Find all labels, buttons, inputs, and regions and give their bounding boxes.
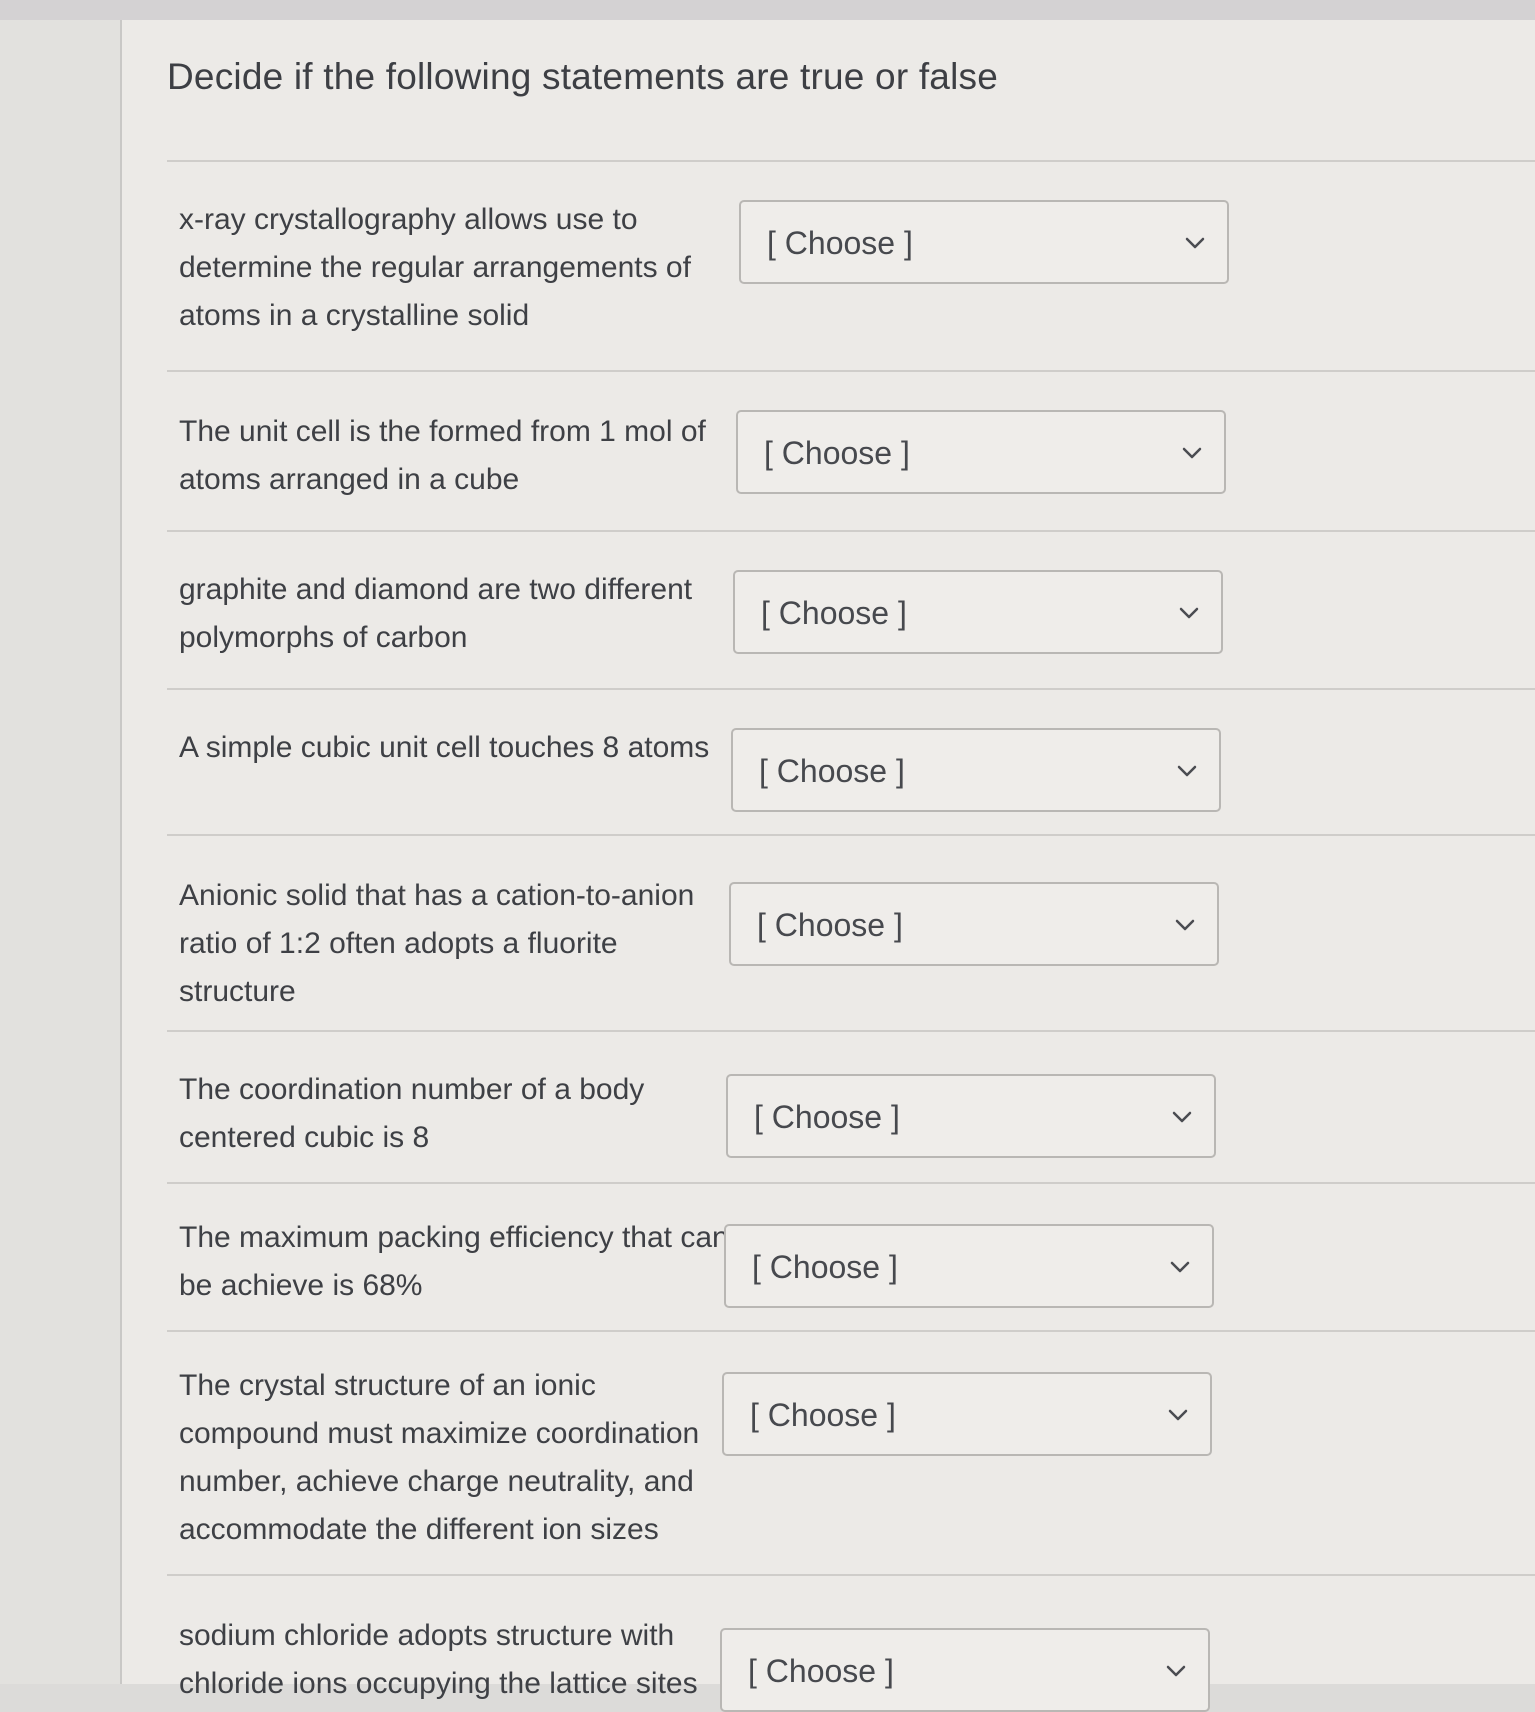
question-text: The coordination number of a body center… [179,1073,645,1154]
answer-select-value: [ Choose ] [767,225,913,261]
chevron-down-icon [1177,765,1197,777]
answer-select-value: [ Choose ] [761,595,907,631]
chevron-down-icon [1185,237,1205,249]
answer-select-value: [ Choose ] [757,907,903,943]
divider [167,834,1535,836]
chevron-down-icon [1168,1409,1188,1421]
quiz-panel: Decide if the following statements are t… [120,20,1535,1712]
divider [167,160,1535,162]
divider [167,530,1535,532]
question-text: Anionic solid that has a cation-to-anion… [179,879,695,1008]
question-text: The crystal structure of an ionic compou… [179,1369,700,1546]
browser-top-strip [0,0,1535,20]
divider [167,1330,1535,1332]
chevron-down-icon [1179,607,1199,619]
answer-select-value: [ Choose ] [759,753,905,789]
answer-select-value: [ Choose ] [748,1653,894,1689]
divider [167,688,1535,690]
answer-select[interactable]: [ Choose ] [733,570,1223,654]
chevron-down-icon [1182,447,1202,459]
question-text: x-ray crystallography allows use to dete… [179,203,691,332]
left-gutter [0,20,120,1684]
answer-select-value: [ Choose ] [754,1099,900,1135]
divider [167,370,1535,372]
answer-select[interactable]: [ Choose ] [722,1372,1212,1456]
question-text: The unit cell is the formed from 1 mol o… [179,415,706,496]
chevron-down-icon [1170,1261,1190,1273]
answer-select-value: [ Choose ] [750,1397,896,1433]
chevron-down-icon [1175,919,1195,931]
question-text: sodium chloride adopts structure with ch… [179,1619,698,1700]
page-title: Decide if the following statements are t… [167,56,998,97]
answer-select[interactable]: [ Choose ] [720,1628,1210,1712]
answer-select[interactable]: [ Choose ] [731,728,1221,812]
answer-select-value: [ Choose ] [752,1249,898,1285]
chevron-down-icon [1166,1665,1186,1677]
divider [167,1030,1535,1032]
chevron-down-icon [1172,1111,1192,1123]
question-text: A simple cubic unit cell touches 8 atoms [179,731,710,764]
answer-select-value: [ Choose ] [764,435,910,471]
question-text: graphite and diamond are two different p… [179,573,693,654]
divider [167,1574,1535,1576]
divider [167,1182,1535,1184]
answer-select[interactable]: [ Choose ] [739,200,1229,284]
answer-select[interactable]: [ Choose ] [726,1074,1216,1158]
answer-select[interactable]: [ Choose ] [736,410,1226,494]
question-text: The maximum packing efficiency that can … [179,1221,729,1302]
answer-select[interactable]: [ Choose ] [724,1224,1214,1308]
answer-select[interactable]: [ Choose ] [729,882,1219,966]
